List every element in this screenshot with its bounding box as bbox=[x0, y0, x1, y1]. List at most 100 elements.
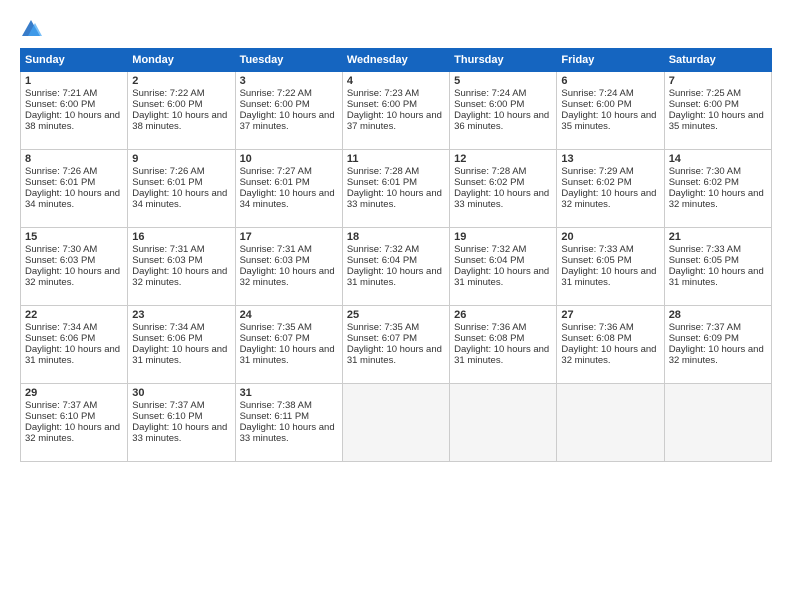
week-row: 8 Sunrise: 7:26 AM Sunset: 6:01 PM Dayli… bbox=[21, 150, 772, 228]
week-row: 29 Sunrise: 7:37 AM Sunset: 6:10 PM Dayl… bbox=[21, 384, 772, 462]
day-number: 8 bbox=[25, 153, 123, 165]
sunset: Sunset: 6:08 PM bbox=[454, 333, 524, 344]
day-number: 31 bbox=[240, 387, 338, 399]
header bbox=[20, 18, 772, 40]
daylight: Daylight: 10 hours and 32 minutes. bbox=[561, 344, 656, 366]
calendar-cell: 5 Sunrise: 7:24 AM Sunset: 6:00 PM Dayli… bbox=[450, 72, 557, 150]
logo bbox=[20, 18, 46, 40]
calendar-cell: 29 Sunrise: 7:37 AM Sunset: 6:10 PM Dayl… bbox=[21, 384, 128, 462]
calendar-page: Sunday Monday Tuesday Wednesday Thursday… bbox=[0, 0, 792, 612]
daylight: Daylight: 10 hours and 34 minutes. bbox=[132, 188, 227, 210]
calendar-cell bbox=[342, 384, 449, 462]
daylight: Daylight: 10 hours and 37 minutes. bbox=[240, 110, 335, 132]
col-wednesday: Wednesday bbox=[342, 49, 449, 72]
sunrise: Sunrise: 7:35 AM bbox=[240, 322, 312, 333]
sunset: Sunset: 6:01 PM bbox=[240, 177, 310, 188]
calendar-cell bbox=[664, 384, 771, 462]
daylight: Daylight: 10 hours and 31 minutes. bbox=[240, 344, 335, 366]
calendar-cell bbox=[557, 384, 664, 462]
day-number: 6 bbox=[561, 75, 659, 87]
calendar-cell: 11 Sunrise: 7:28 AM Sunset: 6:01 PM Dayl… bbox=[342, 150, 449, 228]
day-number: 30 bbox=[132, 387, 230, 399]
calendar-cell bbox=[450, 384, 557, 462]
calendar-cell: 15 Sunrise: 7:30 AM Sunset: 6:03 PM Dayl… bbox=[21, 228, 128, 306]
daylight: Daylight: 10 hours and 31 minutes. bbox=[561, 266, 656, 288]
calendar-cell: 30 Sunrise: 7:37 AM Sunset: 6:10 PM Dayl… bbox=[128, 384, 235, 462]
sunrise: Sunrise: 7:22 AM bbox=[132, 88, 204, 99]
day-number: 13 bbox=[561, 153, 659, 165]
sunrise: Sunrise: 7:33 AM bbox=[561, 244, 633, 255]
week-row: 1 Sunrise: 7:21 AM Sunset: 6:00 PM Dayli… bbox=[21, 72, 772, 150]
sunrise: Sunrise: 7:27 AM bbox=[240, 166, 312, 177]
day-number: 9 bbox=[132, 153, 230, 165]
sunrise: Sunrise: 7:31 AM bbox=[240, 244, 312, 255]
sunset: Sunset: 6:03 PM bbox=[240, 255, 310, 266]
daylight: Daylight: 10 hours and 33 minutes. bbox=[132, 422, 227, 444]
sunset: Sunset: 6:10 PM bbox=[25, 411, 95, 422]
sunset: Sunset: 6:01 PM bbox=[132, 177, 202, 188]
sunrise: Sunrise: 7:32 AM bbox=[454, 244, 526, 255]
sunrise: Sunrise: 7:30 AM bbox=[669, 166, 741, 177]
calendar-cell: 1 Sunrise: 7:21 AM Sunset: 6:00 PM Dayli… bbox=[21, 72, 128, 150]
day-number: 11 bbox=[347, 153, 445, 165]
daylight: Daylight: 10 hours and 32 minutes. bbox=[561, 188, 656, 210]
sunrise: Sunrise: 7:25 AM bbox=[669, 88, 741, 99]
day-number: 27 bbox=[561, 309, 659, 321]
sunset: Sunset: 6:04 PM bbox=[347, 255, 417, 266]
sunset: Sunset: 6:03 PM bbox=[132, 255, 202, 266]
daylight: Daylight: 10 hours and 36 minutes. bbox=[454, 110, 549, 132]
daylight: Daylight: 10 hours and 31 minutes. bbox=[454, 344, 549, 366]
daylight: Daylight: 10 hours and 31 minutes. bbox=[132, 344, 227, 366]
day-number: 24 bbox=[240, 309, 338, 321]
daylight: Daylight: 10 hours and 31 minutes. bbox=[347, 266, 442, 288]
sunrise: Sunrise: 7:34 AM bbox=[132, 322, 204, 333]
day-number: 12 bbox=[454, 153, 552, 165]
sunset: Sunset: 6:01 PM bbox=[347, 177, 417, 188]
calendar-cell: 25 Sunrise: 7:35 AM Sunset: 6:07 PM Dayl… bbox=[342, 306, 449, 384]
sunset: Sunset: 6:07 PM bbox=[347, 333, 417, 344]
sunset: Sunset: 6:05 PM bbox=[669, 255, 739, 266]
calendar-cell: 26 Sunrise: 7:36 AM Sunset: 6:08 PM Dayl… bbox=[450, 306, 557, 384]
daylight: Daylight: 10 hours and 34 minutes. bbox=[240, 188, 335, 210]
calendar-cell: 18 Sunrise: 7:32 AM Sunset: 6:04 PM Dayl… bbox=[342, 228, 449, 306]
calendar-cell: 4 Sunrise: 7:23 AM Sunset: 6:00 PM Dayli… bbox=[342, 72, 449, 150]
calendar-cell: 6 Sunrise: 7:24 AM Sunset: 6:00 PM Dayli… bbox=[557, 72, 664, 150]
sunset: Sunset: 6:00 PM bbox=[240, 99, 310, 110]
daylight: Daylight: 10 hours and 31 minutes. bbox=[25, 344, 120, 366]
sunset: Sunset: 6:05 PM bbox=[561, 255, 631, 266]
sunset: Sunset: 6:00 PM bbox=[669, 99, 739, 110]
col-sunday: Sunday bbox=[21, 49, 128, 72]
sunrise: Sunrise: 7:28 AM bbox=[347, 166, 419, 177]
sunset: Sunset: 6:00 PM bbox=[25, 99, 95, 110]
calendar-cell: 31 Sunrise: 7:38 AM Sunset: 6:11 PM Dayl… bbox=[235, 384, 342, 462]
day-number: 1 bbox=[25, 75, 123, 87]
sunset: Sunset: 6:00 PM bbox=[454, 99, 524, 110]
daylight: Daylight: 10 hours and 31 minutes. bbox=[347, 344, 442, 366]
calendar-cell: 3 Sunrise: 7:22 AM Sunset: 6:00 PM Dayli… bbox=[235, 72, 342, 150]
sunset: Sunset: 6:01 PM bbox=[25, 177, 95, 188]
calendar-cell: 13 Sunrise: 7:29 AM Sunset: 6:02 PM Dayl… bbox=[557, 150, 664, 228]
daylight: Daylight: 10 hours and 33 minutes. bbox=[454, 188, 549, 210]
sunset: Sunset: 6:06 PM bbox=[25, 333, 95, 344]
daylight: Daylight: 10 hours and 35 minutes. bbox=[669, 110, 764, 132]
sunrise: Sunrise: 7:29 AM bbox=[561, 166, 633, 177]
daylight: Daylight: 10 hours and 32 minutes. bbox=[240, 266, 335, 288]
sunset: Sunset: 6:06 PM bbox=[132, 333, 202, 344]
sunset: Sunset: 6:02 PM bbox=[454, 177, 524, 188]
calendar-cell: 17 Sunrise: 7:31 AM Sunset: 6:03 PM Dayl… bbox=[235, 228, 342, 306]
sunset: Sunset: 6:08 PM bbox=[561, 333, 631, 344]
day-number: 2 bbox=[132, 75, 230, 87]
day-number: 28 bbox=[669, 309, 767, 321]
sunrise: Sunrise: 7:26 AM bbox=[25, 166, 97, 177]
calendar-cell: 22 Sunrise: 7:34 AM Sunset: 6:06 PM Dayl… bbox=[21, 306, 128, 384]
calendar-cell: 19 Sunrise: 7:32 AM Sunset: 6:04 PM Dayl… bbox=[450, 228, 557, 306]
calendar-cell: 9 Sunrise: 7:26 AM Sunset: 6:01 PM Dayli… bbox=[128, 150, 235, 228]
sunrise: Sunrise: 7:31 AM bbox=[132, 244, 204, 255]
sunrise: Sunrise: 7:32 AM bbox=[347, 244, 419, 255]
daylight: Daylight: 10 hours and 34 minutes. bbox=[25, 188, 120, 210]
day-number: 25 bbox=[347, 309, 445, 321]
daylight: Daylight: 10 hours and 33 minutes. bbox=[347, 188, 442, 210]
week-row: 22 Sunrise: 7:34 AM Sunset: 6:06 PM Dayl… bbox=[21, 306, 772, 384]
day-number: 5 bbox=[454, 75, 552, 87]
day-number: 22 bbox=[25, 309, 123, 321]
